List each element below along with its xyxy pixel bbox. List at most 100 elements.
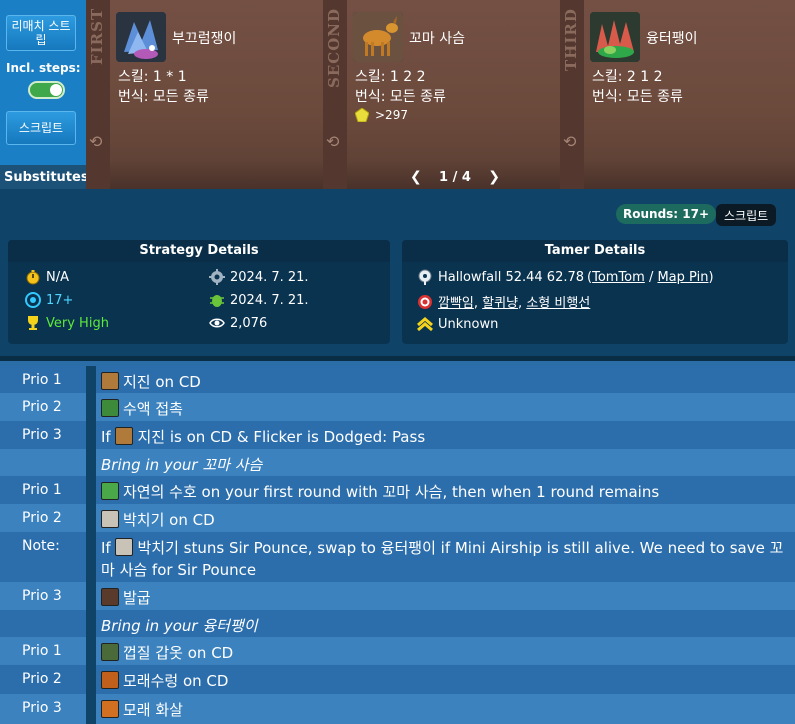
substitutes-pager: ❮ 1 / 4 ❯ <box>410 168 500 186</box>
step-prio: Prio 3 <box>22 588 62 604</box>
step-prio: Prio 2 <box>22 510 62 526</box>
step-prio <box>0 449 86 476</box>
step-prio: Prio 2 <box>22 671 62 687</box>
row-gap <box>86 393 96 421</box>
stat-text: Very High <box>46 315 109 331</box>
pet-level: >297 <box>355 108 408 122</box>
spell-name[interactable]: 자연의 수호 <box>123 483 197 501</box>
pet-slot-third: THIRD ⟲ 융터팽이 스킬: 2 1 2 번식: 모든 종류 <box>560 0 795 189</box>
spell-name[interactable]: 발굽 <box>123 589 151 607</box>
step-content: 지진 on CD <box>96 366 795 393</box>
stat-text: 17+ <box>46 292 74 308</box>
step-row: Prio 2 모래수렁 on CD <box>0 665 795 694</box>
slot-strip: THIRD ⟲ <box>560 0 584 189</box>
pet-name[interactable]: 융터팽이 <box>646 28 698 48</box>
step-row: Prio 2 수액 접촉 <box>0 393 795 421</box>
spell-name[interactable]: 모래 화살 <box>123 701 183 719</box>
spell-name[interactable]: 수액 접촉 <box>123 400 183 418</box>
stat-rating: Very High <box>25 315 109 331</box>
headbutt-icon[interactable] <box>115 538 134 556</box>
script-badge-button[interactable]: 스크립트 <box>716 204 777 226</box>
map-pin-link[interactable]: Map Pin <box>657 270 708 285</box>
quicksand-icon[interactable] <box>101 671 119 689</box>
pet-name[interactable]: 부끄럼쟁이 <box>172 28 236 48</box>
sand-bolt-icon[interactable] <box>101 700 119 718</box>
stopwatch-icon <box>26 270 40 285</box>
step-text: on CD <box>164 511 215 529</box>
team-bar: 리매치 스트립 Incl. steps: 스크립트 Substitutes: F… <box>0 0 795 189</box>
step-text: on CD <box>182 644 234 662</box>
bring-in-text: Bring in your 꼬마 사슴 <box>101 456 263 474</box>
slot-ordinal: THIRD <box>562 8 580 71</box>
row-gap <box>86 610 96 637</box>
rounds-badge: Rounds: 17+ <box>616 204 717 224</box>
chevron-right-icon[interactable]: ❯ <box>488 169 500 185</box>
step-prio <box>0 610 86 637</box>
note-row: Note: If 박치기 stuns Sir Pounce, swap to 융… <box>0 532 795 582</box>
step-prio: Prio 3 <box>22 427 62 443</box>
headbutt-icon[interactable] <box>101 510 119 528</box>
target-icon <box>25 292 41 308</box>
earthquake-icon[interactable] <box>115 427 134 445</box>
pet-portrait[interactable] <box>353 12 403 62</box>
stat-updated: 2024. 7. 21. <box>209 292 309 308</box>
enemy-link[interactable]: 할퀴냥 <box>482 296 518 311</box>
rematch-script-button[interactable]: 리매치 스트립 <box>6 15 76 51</box>
stat-rounds: 17+ <box>25 292 73 308</box>
step-row: Prio 3 발굽 <box>0 582 795 610</box>
script-button[interactable]: 스크립트 <box>6 111 76 145</box>
hoof-icon[interactable] <box>101 588 119 606</box>
row-gap <box>86 366 96 393</box>
spell-name[interactable]: 박치기 <box>137 539 178 557</box>
tamer-enemies: 깜빡임, 할퀴냥, 소형 비행선 <box>417 292 590 311</box>
swap-icon[interactable]: ⟲ <box>89 132 102 151</box>
spell-name[interactable]: 모래수렁 <box>123 672 178 690</box>
eye-icon <box>209 318 225 328</box>
earthquake-icon[interactable] <box>101 372 119 390</box>
enemy-link[interactable]: 깜빡임 <box>438 296 474 311</box>
step-prio: Prio 2 <box>22 399 62 415</box>
incl-steps-toggle[interactable] <box>28 81 65 99</box>
enemy-sep: , <box>473 296 483 311</box>
spell-name[interactable]: 껍질 갑옷 <box>123 644 183 662</box>
pet-portrait[interactable] <box>590 12 640 62</box>
sap-icon[interactable] <box>101 399 119 417</box>
row-gap <box>86 582 96 610</box>
step-content: 발굽 <box>96 582 795 610</box>
pet-skills: 스킬: 2 1 2 <box>592 69 663 85</box>
step-prio: Note: <box>22 538 60 554</box>
spell-name[interactable]: 지진 <box>137 428 165 446</box>
step-content: 모래수렁 on CD <box>96 665 795 694</box>
swap-icon[interactable]: ⟲ <box>563 132 576 151</box>
pet-slot-second: SECOND ⟲ 꼬마 사슴 스킬: 1 2 2 번식: 모든 종류 >297 <box>323 0 560 189</box>
stat-text: 2024. 7. 21. <box>230 292 309 308</box>
stat-time: N/A <box>25 269 69 285</box>
step-content: 박치기 on CD <box>96 504 795 532</box>
step-row: Prio 1 자연의 수호 on your first round with 꼬… <box>0 476 795 504</box>
step-content: 껍질 갑옷 on CD <box>96 637 795 665</box>
pet-name[interactable]: 꼬마 사슴 <box>409 28 465 48</box>
bug-icon <box>210 295 224 307</box>
enemy-list: 깜빡임, 할퀴냥, 소형 비행선 <box>438 292 590 311</box>
row-gap <box>86 476 96 504</box>
level-gem-icon <box>355 108 369 122</box>
stat-views: 2,076 <box>209 315 267 331</box>
level-text: Unknown <box>438 316 499 332</box>
pet-breed: 번식: 모든 종류 <box>355 89 446 105</box>
nature-ward-icon[interactable] <box>101 482 119 500</box>
bring-in-text: Bring in your 융터팽이 <box>101 617 258 635</box>
link-group: (TomTom / Map Pin) <box>587 270 714 285</box>
pet-portrait[interactable] <box>116 12 166 62</box>
paren-close: ) <box>708 269 714 285</box>
stat-text: N/A <box>46 269 69 285</box>
spell-name[interactable]: 박치기 <box>123 511 164 529</box>
trophy-icon <box>28 316 38 330</box>
step-prio: Prio 1 <box>22 643 62 659</box>
enemy-link[interactable]: 소형 비행선 <box>526 296 590 311</box>
shell-armor-icon[interactable] <box>101 643 119 661</box>
spell-name[interactable]: 지진 <box>123 373 151 391</box>
swap-icon[interactable]: ⟲ <box>326 132 339 151</box>
chevron-left-icon[interactable]: ❮ <box>410 169 422 185</box>
tomtom-link[interactable]: TomTom <box>592 270 645 285</box>
shell-pet-icon <box>590 12 640 62</box>
